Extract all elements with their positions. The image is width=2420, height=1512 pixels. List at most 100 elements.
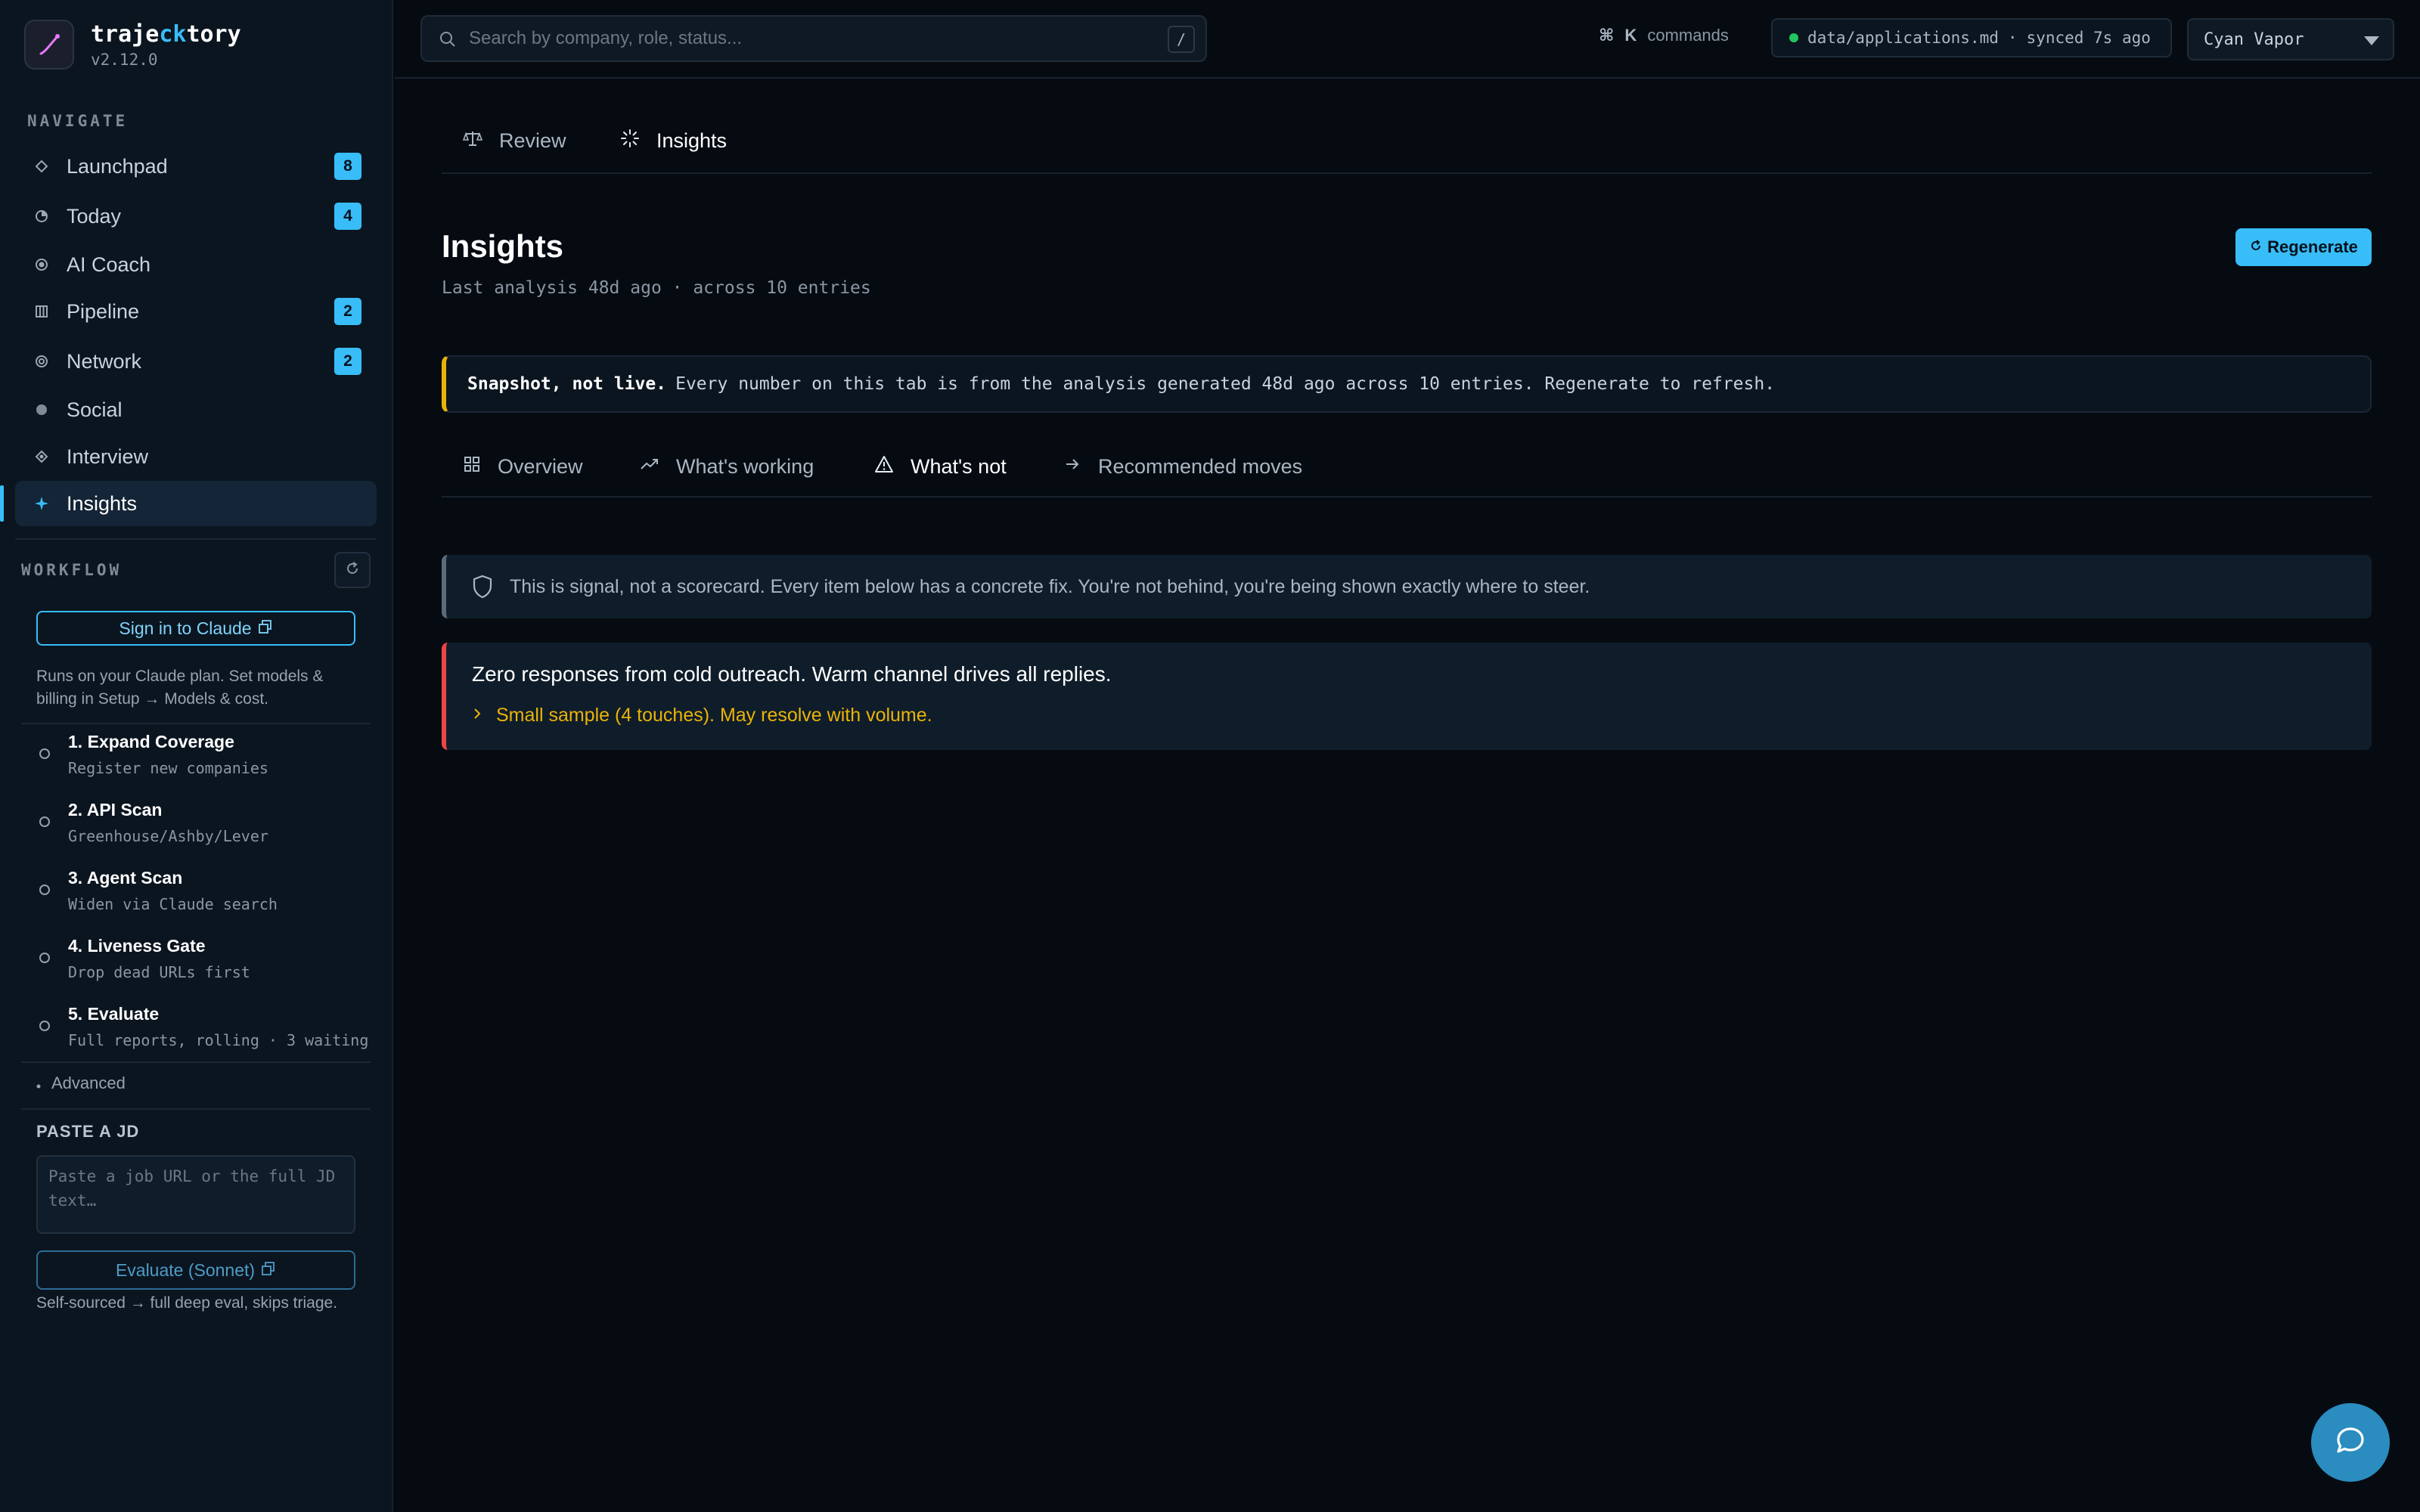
sign-in-label: Sign in to Claude: [119, 618, 252, 638]
sync-separator: ·: [2007, 29, 2018, 47]
search-icon: [439, 30, 457, 52]
grid-icon: [463, 455, 481, 479]
sidebar-item-label: AI Coach: [67, 253, 151, 276]
brand-name: trajecktory: [91, 20, 241, 48]
tab-recommended-moves[interactable]: Recommended moves: [1063, 455, 1302, 479]
tab-whats-working[interactable]: What's working: [640, 455, 814, 479]
app-version: v2.12.0: [91, 50, 158, 69]
sidebar-item-launchpad[interactable]: Launchpad 8: [15, 144, 377, 189]
workflow-step[interactable]: 4. Liveness Gate Drop dead URLs first: [21, 925, 369, 992]
jd-input[interactable]: [36, 1155, 355, 1234]
count-badge: 4: [334, 203, 361, 230]
sidebar-item-social[interactable]: Social: [15, 387, 377, 432]
step-status-icon: [39, 816, 50, 827]
refresh-icon: [2249, 237, 2263, 257]
step-subtitle: Register new companies: [68, 759, 268, 777]
external-link-icon: [261, 1260, 276, 1281]
workflow-step[interactable]: 3. Agent Scan Widen via Claude search: [21, 857, 369, 924]
trending-up-icon: [640, 455, 659, 479]
tab-label: Insights: [656, 129, 728, 152]
target-icon: [32, 255, 51, 274]
diamond-dot-icon: [32, 447, 51, 466]
shield-icon: [472, 575, 493, 604]
finding-caveat: Small sample (4 touches). May resolve wi…: [496, 705, 932, 726]
evaluate-label: Evaluate (Sonnet): [115, 1259, 256, 1280]
sync-status[interactable]: data/applications.md · synced 7s ago: [1771, 18, 2172, 57]
command-palette-hint[interactable]: ⌘ K commands: [1599, 26, 1729, 45]
sidebar-item-label: Today: [67, 204, 122, 228]
sidebar-item-network[interactable]: Network 2: [15, 339, 377, 384]
workflow-step[interactable]: 5. Evaluate Full reports, rolling · 3 wa…: [21, 993, 369, 1060]
count-badge: 2: [334, 298, 361, 325]
chat-button[interactable]: [2311, 1403, 2390, 1482]
step-title: 5. Evaluate: [68, 1004, 160, 1024]
divider: [21, 1061, 371, 1063]
advanced-label: Advanced: [51, 1074, 126, 1092]
sidebar-item-pipeline[interactable]: Pipeline 2: [15, 289, 377, 334]
sign-in-claude-button[interactable]: Sign in to Claude: [36, 611, 355, 646]
page-title: Insights: [442, 228, 564, 264]
paste-jd-label: PASTE A JD: [36, 1122, 140, 1141]
tab-label: Review: [499, 129, 566, 152]
sidebar: trajecktory v2.12.0 NAVIGATE Launchpad 8…: [0, 0, 393, 1512]
count-badge: 8: [334, 153, 361, 180]
tab-label: Recommended moves: [1098, 455, 1303, 478]
theme-value: Cyan Vapor: [2204, 29, 2304, 49]
external-link-icon: [258, 618, 273, 639]
step-title: 1. Expand Coverage: [68, 732, 234, 751]
warning-icon: [874, 455, 894, 479]
step-title: 3. Agent Scan: [68, 868, 183, 888]
step-status-icon: [39, 953, 50, 963]
tab-review[interactable]: Review: [462, 129, 566, 153]
theme-select[interactable]: Cyan Vapor: [2187, 18, 2394, 60]
sidebar-item-interview[interactable]: Interview: [15, 434, 377, 479]
step-status-icon: [39, 748, 50, 759]
arrow-right-icon: [1063, 455, 1081, 479]
sidebar-item-today[interactable]: Today 4: [15, 194, 377, 239]
finding-card: Zero responses from cold outreach. Warm …: [442, 643, 2372, 750]
workflow-step[interactable]: 2. API Scan Greenhouse/Ashby/Lever: [21, 789, 369, 856]
step-subtitle: Greenhouse/Ashby/Lever: [68, 827, 268, 845]
step-subtitle: Widen via Claude search: [68, 895, 278, 913]
sidebar-item-insights[interactable]: Insights: [0, 481, 377, 526]
circle-icon: [32, 400, 51, 420]
tab-label: What's not: [911, 455, 1007, 478]
tab-insights[interactable]: Insights: [620, 129, 727, 153]
advanced-toggle[interactable]: Advanced: [36, 1074, 126, 1093]
command-key-letter: K: [1624, 26, 1637, 45]
search-input[interactable]: [469, 28, 1134, 49]
sidebar-item-label: Interview: [67, 445, 149, 468]
count-badge: 2: [334, 348, 361, 375]
loader-icon: [620, 129, 640, 153]
sidebar-item-ai-coach[interactable]: AI Coach: [15, 242, 377, 287]
chevron-down-icon: [2364, 36, 2379, 45]
tab-overview[interactable]: Overview: [463, 455, 583, 479]
reset-workflow-button[interactable]: [334, 552, 371, 588]
topbar: / ⌘ K commands data/applications.md · sy…: [395, 0, 2420, 79]
claude-plan-note: Runs on your Claude plan. Set models & b…: [36, 668, 324, 708]
evaluate-note: Self-sourced → full deep eval, skips tri…: [36, 1294, 338, 1312]
search-shortcut-key: /: [1168, 26, 1195, 53]
step-title: 4. Liveness Gate: [68, 936, 206, 956]
workflow-step[interactable]: 1. Expand Coverage Register new companie…: [21, 721, 369, 788]
finding-caveat-toggle[interactable]: Small sample (4 touches). May resolve wi…: [472, 705, 932, 727]
nav-section-label: NAVIGATE: [27, 112, 129, 130]
step-subtitle: Full reports, rolling · 3 waiting: [68, 1031, 369, 1049]
search-bar[interactable]: /: [420, 15, 1207, 62]
step-subtitle: Drop dead URLs first: [68, 963, 250, 981]
sidebar-item-label: Launchpad: [67, 154, 168, 178]
sync-time: synced 7s ago: [2026, 29, 2151, 47]
ring-icon: [32, 352, 51, 371]
insight-tabs: Overview What's working What's not Recom…: [442, 443, 2372, 497]
brand[interactable]: trajecktory v2.12.0: [24, 20, 241, 70]
chevron-right-icon: [472, 705, 482, 727]
signal-note: This is signal, not a scorecard. Every i…: [442, 555, 2372, 618]
tab-whats-not[interactable]: What's not: [874, 455, 1007, 479]
evaluate-button[interactable]: Evaluate (Sonnet): [36, 1250, 355, 1290]
signal-note-text: This is signal, not a scorecard. Every i…: [510, 575, 1590, 597]
logo-icon: [24, 20, 74, 70]
snapshot-text: Every number on this tab is from the ana…: [675, 374, 1776, 394]
clock-icon: [32, 206, 51, 226]
diamond-icon: [32, 156, 51, 176]
regenerate-button[interactable]: Regenerate: [2235, 228, 2372, 266]
